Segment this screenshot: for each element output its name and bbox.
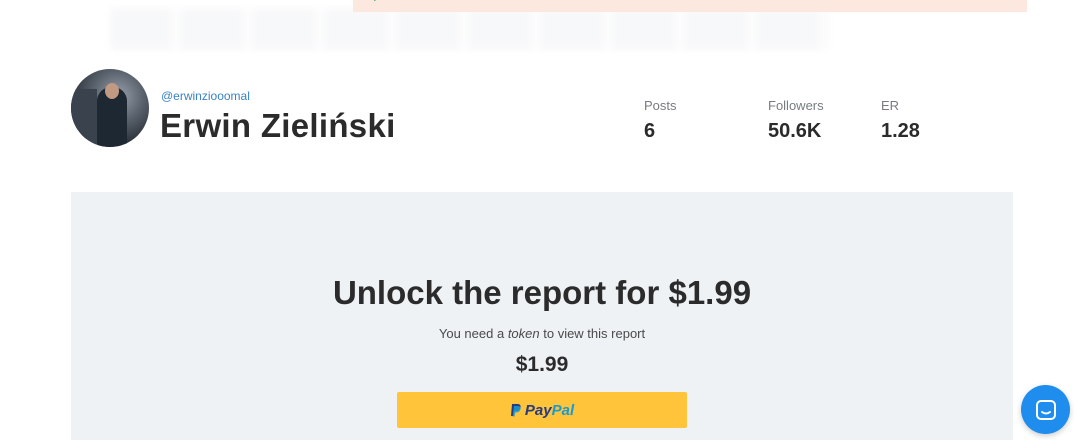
stat-label: Posts — [644, 98, 677, 113]
unlock-price: $1.99 — [515, 353, 569, 376]
stat-followers: Followers 50.6K — [768, 98, 824, 143]
paypal-label-pal: Pal — [551, 401, 575, 419]
stat-label: Followers — [768, 98, 824, 113]
stat-label: ER — [881, 98, 900, 113]
stat-value: 6 — [644, 120, 656, 142]
paypal-logo-icon — [510, 404, 521, 417]
stat-value: 50.6K — [768, 120, 822, 142]
report-page: ✓ @erwinziooomal Erwin Zieliński Posts 6… — [0, 0, 1080, 440]
token-notice-suffix: to view this report — [539, 326, 646, 341]
stat-posts: Posts 6 — [644, 98, 677, 143]
stat-value: 1.28 — [881, 120, 920, 142]
faded-header-text — [110, 8, 830, 50]
paypal-button[interactable]: PayPal — [397, 392, 687, 428]
check-icon: ✓ — [372, 0, 382, 4]
stat-er: ER 1.28 — [881, 98, 920, 143]
token-notice: You need a token to view this report — [0, 326, 1080, 341]
token-notice-prefix: You need a — [438, 326, 508, 341]
paypal-label-pay: Pay — [524, 401, 552, 419]
chat-button[interactable] — [1021, 385, 1070, 434]
profile-name: Erwin Zieliński — [160, 107, 396, 144]
alert-banner — [353, 0, 1027, 12]
unlock-title: Unlock the report for $1.99 — [332, 274, 752, 311]
token-notice-token: token — [507, 326, 540, 341]
profile-username[interactable]: @erwinziooomal — [161, 89, 250, 103]
avatar — [71, 69, 149, 147]
chat-icon — [1035, 399, 1056, 420]
